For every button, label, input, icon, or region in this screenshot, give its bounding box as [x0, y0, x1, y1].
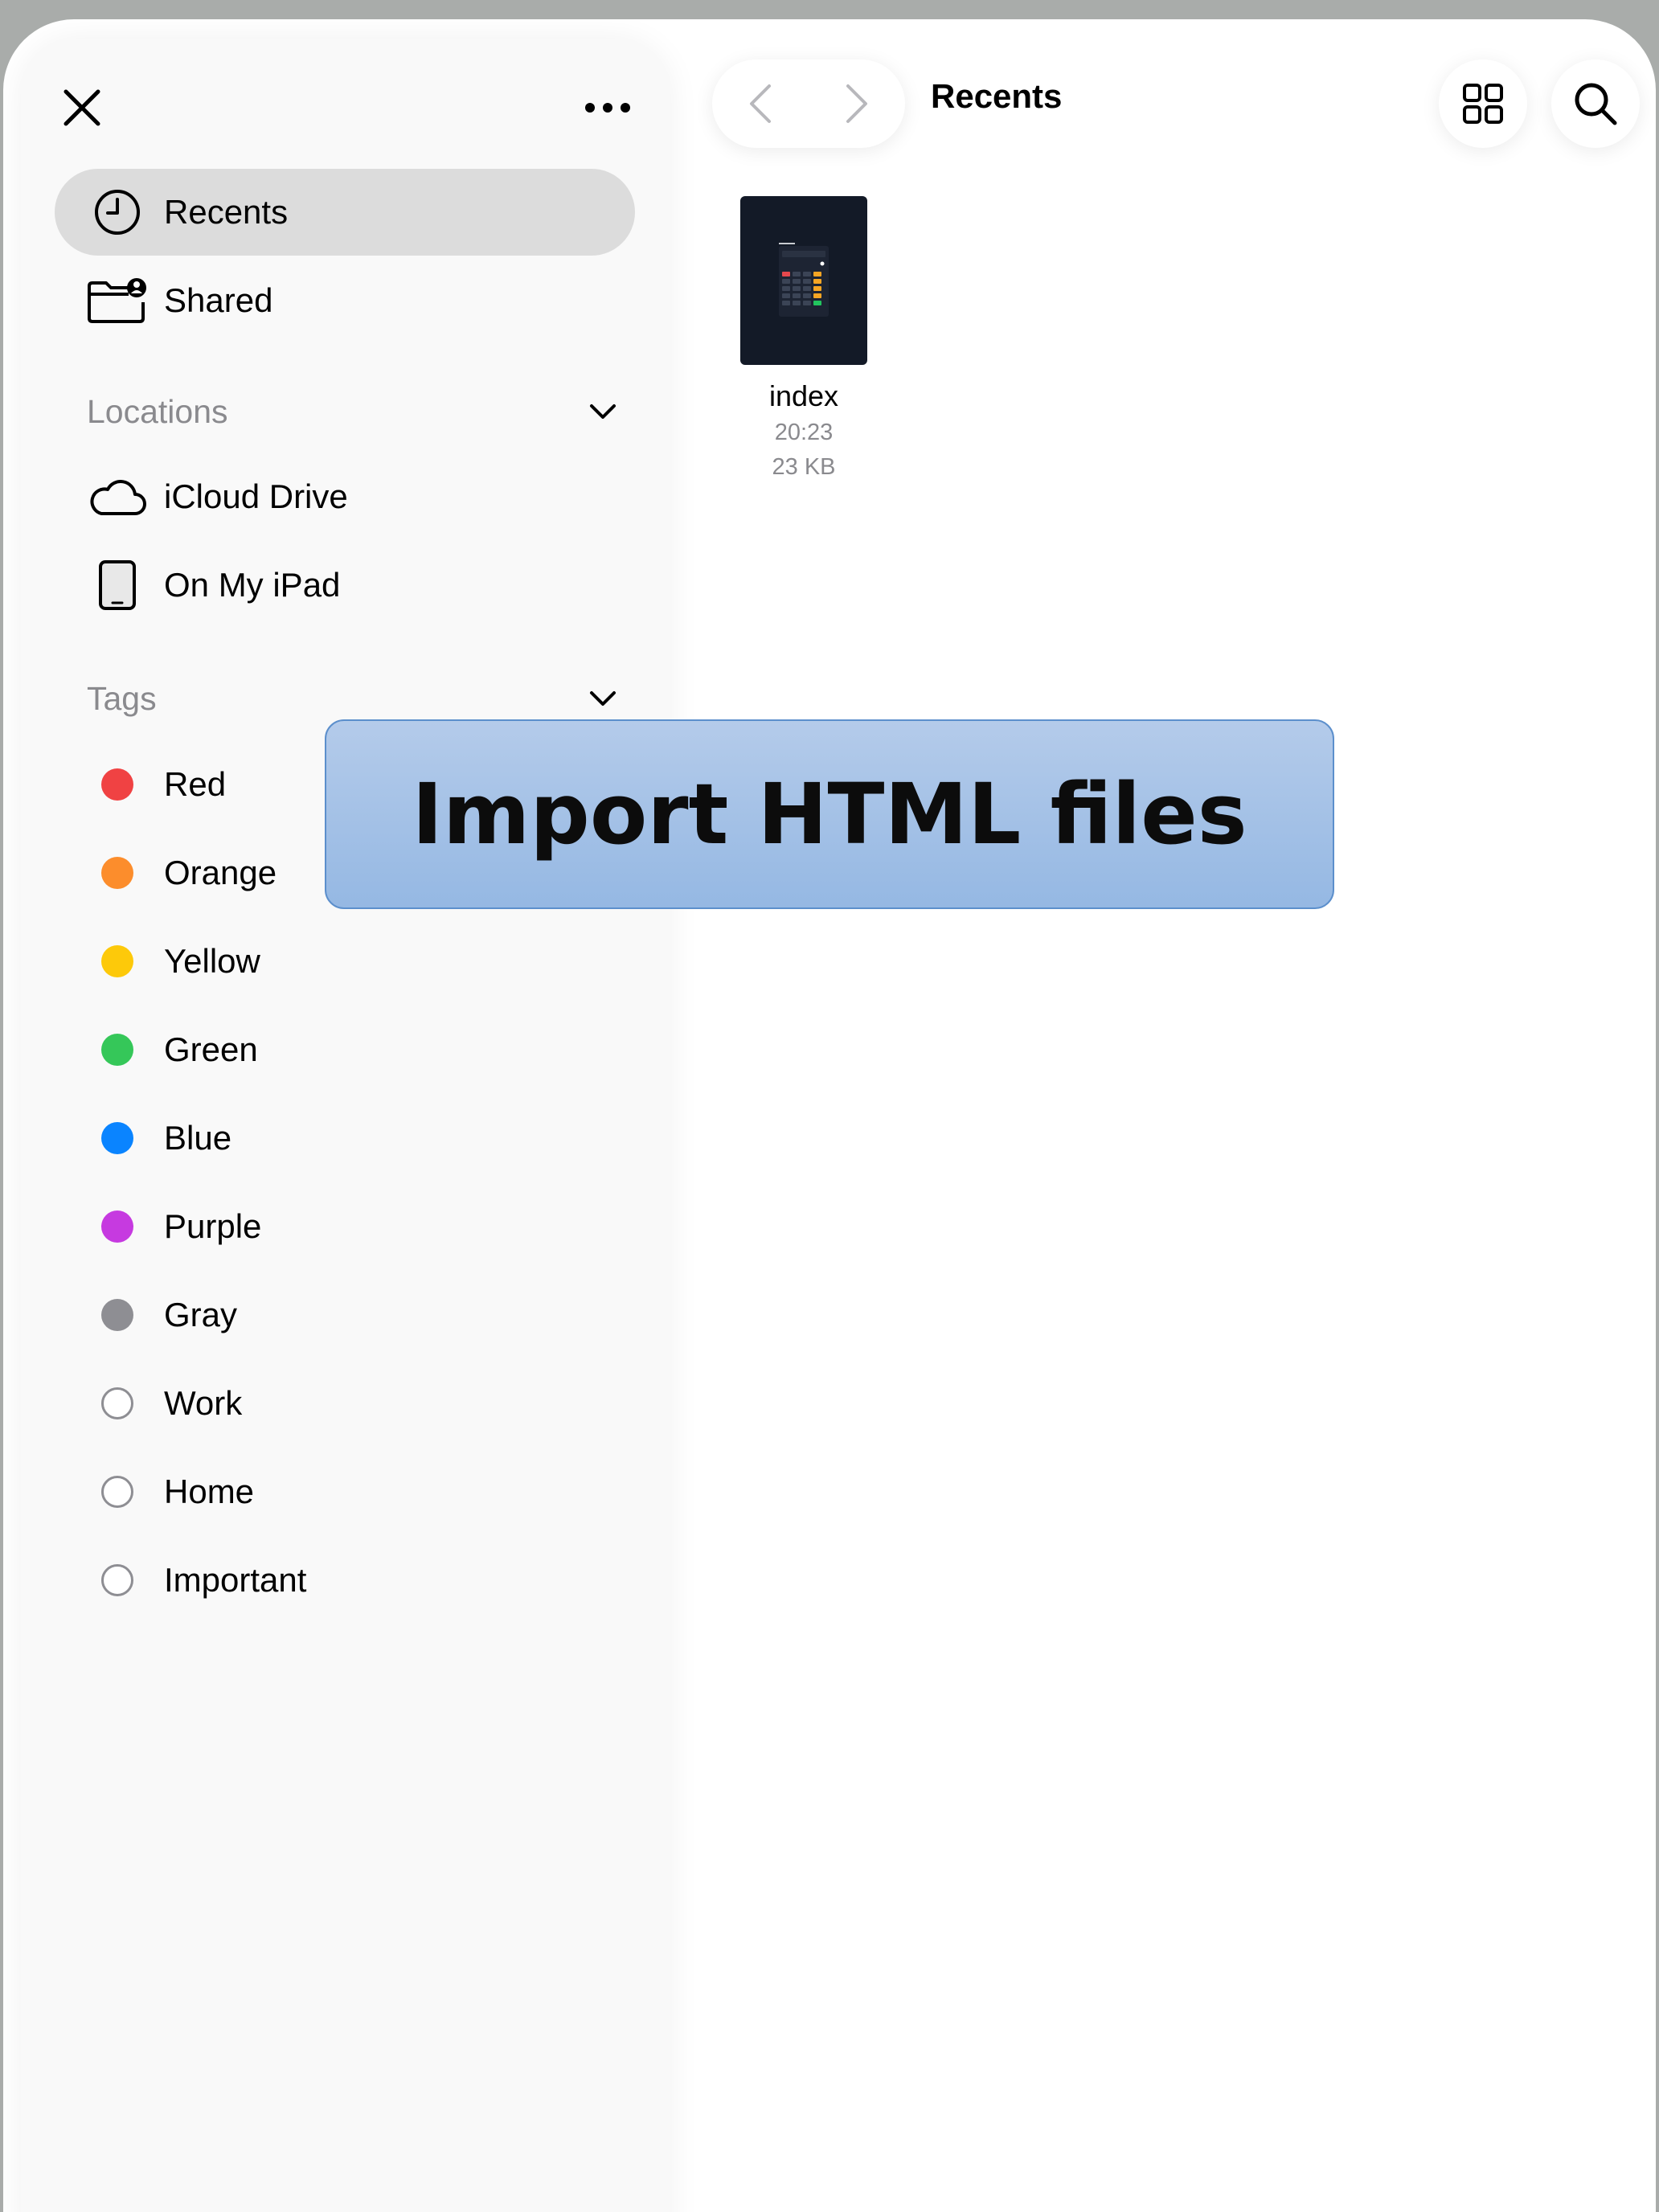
view-options-button[interactable] — [1439, 59, 1527, 148]
tag-item-important[interactable]: Important — [55, 1537, 635, 1624]
tag-label: Work — [164, 1384, 243, 1422]
chevron-right-icon — [846, 84, 867, 123]
chevron-down-icon — [590, 691, 616, 706]
tag-label: Green — [164, 1030, 258, 1068]
sidebar-item-label: iCloud Drive — [164, 477, 348, 515]
tag-item-work[interactable]: Work — [55, 1360, 635, 1447]
file-time: 20:23 — [774, 420, 834, 445]
sidebar-item-icloud-drive[interactable]: iCloud Drive — [55, 453, 635, 540]
tag-item-green[interactable]: Green — [55, 1006, 635, 1093]
tag-item-yellow[interactable]: Yellow — [55, 918, 635, 1005]
empty-tag-circle-icon — [101, 1387, 133, 1419]
orange-tag-dot-icon — [101, 857, 133, 889]
history-navigation — [712, 59, 905, 148]
ipad-icon — [99, 560, 136, 610]
green-tag-dot-icon — [101, 1034, 133, 1066]
sidebar: Recents Shared Locations iCloud Drive On… — [21, 39, 670, 2212]
blue-tag-dot-icon — [101, 1122, 133, 1154]
collapse-tags-button[interactable] — [571, 674, 635, 723]
collapse-locations-button[interactable] — [571, 387, 635, 436]
search-button[interactable] — [1551, 59, 1640, 148]
purple-tag-dot-icon — [101, 1210, 133, 1243]
empty-tag-circle-icon — [101, 1476, 133, 1508]
locations-section-header: Locations — [87, 379, 635, 444]
tag-item-gray[interactable]: Gray — [55, 1272, 635, 1358]
section-title: Locations — [87, 392, 228, 430]
tag-item-blue[interactable]: Blue — [55, 1095, 635, 1182]
tag-item-home[interactable]: Home — [55, 1448, 635, 1535]
chevron-left-icon — [750, 84, 771, 123]
yellow-tag-dot-icon — [101, 945, 133, 977]
empty-tag-circle-icon — [101, 1564, 133, 1596]
close-button[interactable] — [53, 79, 111, 137]
more-button[interactable] — [576, 79, 640, 137]
red-tag-dot-icon — [101, 768, 133, 801]
promo-banner: Import HTML files — [325, 719, 1334, 909]
cloud-icon — [90, 480, 146, 515]
forward-button[interactable] — [821, 68, 893, 140]
ellipsis-icon — [585, 103, 630, 113]
tag-label: Important — [164, 1561, 307, 1599]
grid-view-icon — [1463, 84, 1503, 124]
back-button[interactable] — [724, 68, 797, 140]
sidebar-item-label: Shared — [164, 281, 273, 319]
tag-label: Blue — [164, 1119, 232, 1157]
file-size: 23 KB — [772, 454, 836, 480]
sidebar-item-label: On My iPad — [164, 566, 341, 604]
sidebar-item-shared[interactable]: Shared — [55, 257, 635, 344]
tag-label: Orange — [164, 854, 277, 891]
section-title: Tags — [87, 679, 157, 717]
tag-label: Red — [164, 765, 227, 803]
tag-label: Purple — [164, 1207, 262, 1245]
close-icon — [63, 89, 100, 126]
file-thumbnail — [740, 196, 867, 365]
file-name: index — [768, 379, 839, 412]
tag-label: Gray — [164, 1296, 238, 1333]
file-item[interactable]: index 20:23 23 KB — [727, 196, 881, 481]
search-icon — [1575, 83, 1617, 125]
sidebar-item-label: Recents — [164, 193, 289, 231]
chevron-down-icon — [590, 404, 616, 419]
clock-icon — [95, 190, 140, 235]
sidebar-item-recents[interactable]: Recents — [55, 169, 635, 256]
tag-label: Yellow — [164, 942, 260, 980]
tag-label: Home — [164, 1473, 255, 1510]
shared-folder-icon — [88, 278, 146, 323]
page-title: Recents — [931, 77, 1063, 115]
calculator-preview-icon — [779, 243, 829, 317]
files-window: Recents Shared Locations iCloud Drive On… — [3, 19, 1656, 2212]
sidebar-item-on-my-ipad[interactable]: On My iPad — [55, 542, 635, 629]
gray-tag-dot-icon — [101, 1299, 133, 1331]
banner-text: Import HTML files — [412, 765, 1247, 863]
tag-item-purple[interactable]: Purple — [55, 1183, 635, 1270]
